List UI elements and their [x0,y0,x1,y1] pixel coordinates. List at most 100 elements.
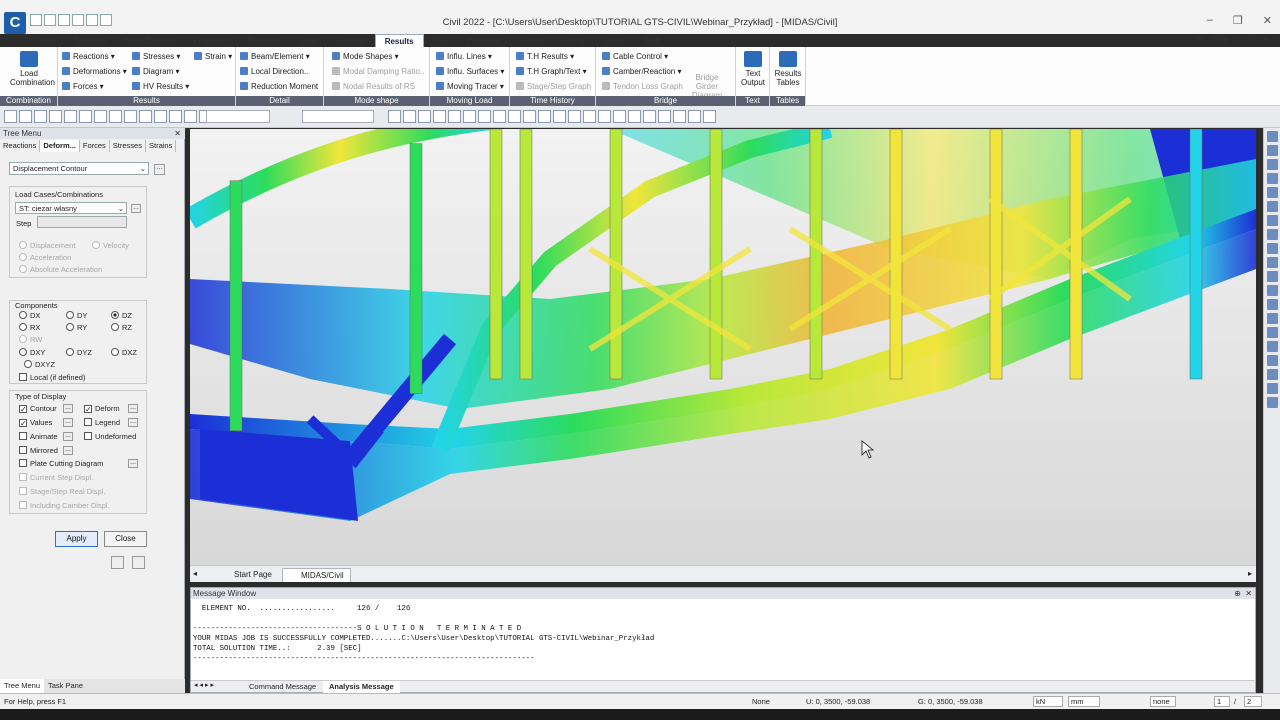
local-direction-button[interactable]: Local Direction.. [240,66,308,77]
tab-start-page[interactable]: Start Page [216,568,278,582]
tab-midas-civil[interactable]: MIDAS/Civil [282,568,351,582]
view-tool-button[interactable] [448,110,461,123]
velocity-radio[interactable]: Velocity [92,241,129,250]
view-control-icon[interactable] [1266,285,1278,296]
component-dyz-radio[interactable]: DYZ [66,348,92,357]
view-tool-button[interactable] [568,110,581,123]
load-case-options-button[interactable]: ... [131,204,141,213]
view-control-icon[interactable] [1266,383,1278,394]
tab-tree-menu[interactable]: Tree Menu [0,679,44,693]
mirrored-options-dots[interactable]: ... [63,446,73,455]
animate-checkbox[interactable]: Animate [19,432,58,441]
diagram-button[interactable]: Diagram ▾ [132,66,179,77]
tab-results[interactable]: Results [374,34,424,47]
view-control-icon[interactable] [1266,187,1278,198]
view-control-icon[interactable] [1266,257,1278,268]
close-icon[interactable]: ✕ [1245,588,1252,599]
view-tool-button[interactable] [613,110,626,123]
animate-options-dots[interactable]: ... [63,432,73,441]
tab-node-element[interactable]: Node/Element [116,34,185,47]
view-control-icon[interactable] [1266,271,1278,282]
view-tool-button[interactable] [463,110,476,123]
gear-icon[interactable]: ⚙ [1196,34,1203,43]
view-tool-button[interactable] [403,110,416,123]
view-tool-button[interactable] [553,110,566,123]
legend-options-dots[interactable]: ... [128,418,138,427]
values-options-dots[interactable]: ... [63,418,73,427]
subtab-strains[interactable]: Strains [146,140,177,152]
help-button[interactable]: Help [1211,34,1227,43]
view-tool-button[interactable] [583,110,596,123]
view-tool-button[interactable] [124,110,137,123]
subtab-deform[interactable]: Deform... [40,140,80,152]
subtab-stresses[interactable]: Stresses [110,140,146,152]
view-control-icon[interactable] [1266,145,1278,156]
influ-lines-button[interactable]: Influ. Lines ▾ [436,51,492,62]
displacement-radio[interactable]: Displacement [19,241,75,250]
strain-button[interactable]: Strain ▾ [194,51,232,62]
view-tool-button[interactable] [703,110,716,123]
close-button[interactable]: Close [104,531,147,547]
component-dxyz-radio[interactable]: DXYZ [24,360,55,369]
tab-view[interactable]: View [30,34,65,47]
view-tool-button[interactable] [658,110,671,123]
view-tool-button[interactable] [493,110,506,123]
legend-checkbox[interactable]: Legend [84,418,120,427]
mirrored-checkbox[interactable]: Mirrored [19,446,58,455]
subtab-reactions[interactable]: Reactions [0,140,41,152]
mode-shapes-button[interactable]: Mode Shapes ▾ [332,51,399,62]
view-tool-button[interactable] [4,110,17,123]
plate-cutting-checkbox[interactable]: Plate Cutting Diagram [19,459,103,468]
component-rw-radio[interactable]: RW [19,335,42,344]
contour-options-button[interactable]: ... [154,164,165,175]
component-ry-radio[interactable]: RY [66,323,87,332]
tab-pushover[interactable]: Pushover [458,34,510,47]
component-rx-radio[interactable]: RX [19,323,40,332]
hv-results-button[interactable]: HV Results ▾ [132,81,189,92]
view-tool-button[interactable] [49,110,62,123]
values-checkbox[interactable]: ✓ Values [19,418,52,428]
plate-cutting-options-dots[interactable]: ... [128,459,138,468]
component-dx-radio[interactable]: DX [19,311,40,320]
step-select[interactable] [37,216,127,228]
tab-command-message[interactable]: Command Message [243,681,322,693]
view-tool-button[interactable] [154,110,167,123]
view-control-icon[interactable] [1266,131,1278,142]
model-viewport[interactable] [190,129,1256,565]
tab-rating[interactable]: Rating [553,34,594,47]
acceleration-radio[interactable]: Acceleration [19,253,71,262]
results-tables-button[interactable]: Results Tables [770,51,806,87]
tab-analysis[interactable]: Analysis [327,34,375,47]
component-dxy-radio[interactable]: DXY [19,348,45,357]
absolute-acceleration-radio[interactable]: Absolute Acceleration [19,265,102,274]
view-control-icon[interactable] [1266,341,1278,352]
ribbon-restore[interactable]: ❐ [1248,34,1255,43]
view-combo[interactable] [206,110,270,123]
tab-load[interactable]: Load [291,34,327,47]
message-nav-icon[interactable]: ◂◂▸▸ [194,681,216,689]
view-tool-button[interactable] [538,110,551,123]
reduction-moment-button[interactable]: Reduction Moment [240,81,318,92]
local-if-defined-checkbox[interactable]: Local (if defined) [19,373,85,382]
component-dz-radio[interactable]: DZ [111,311,132,320]
component-dy-radio[interactable]: DY [66,311,87,320]
apply-button[interactable]: Apply [55,531,98,547]
pin-icon[interactable]: ⊕ [1234,588,1241,599]
stage-step-graph-button[interactable]: Stage/Step Graph [516,81,591,92]
moving-tracer-button[interactable]: Moving Tracer ▾ [436,81,504,92]
tab-query[interactable]: Query [594,34,634,47]
deform-checkbox[interactable]: ✓ Deform [84,404,120,414]
including-camber-checkbox[interactable]: Including Camber Displ. [19,501,110,510]
view-combo[interactable] [302,110,374,123]
close-icon[interactable]: ✕ [174,128,181,139]
tab-analysis-message[interactable]: Analysis Message [323,681,400,693]
view-tool-button[interactable] [508,110,521,123]
view-control-icon[interactable] [1266,173,1278,184]
view-control-icon[interactable] [1266,201,1278,212]
th-results-button[interactable]: T.H Results ▾ [516,51,574,62]
load-case-select[interactable]: ST: ciezar własny ⌄ [15,202,127,214]
stage-step-real-checkbox[interactable]: Stage/Step Real Displ. [19,487,105,496]
view-tool-button[interactable] [139,110,152,123]
contour-checkbox[interactable]: ✓ Contour [19,404,57,414]
load-combination-button[interactable]: Load Combination [10,51,55,87]
